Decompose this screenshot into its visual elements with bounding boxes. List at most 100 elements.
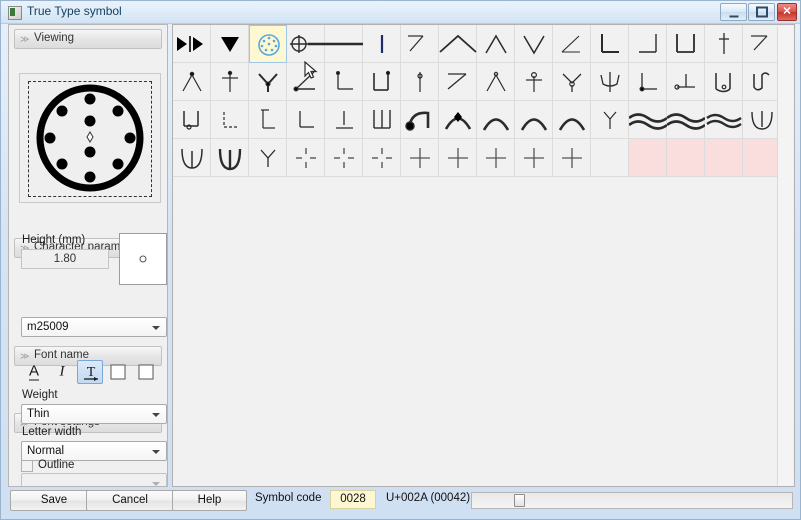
- symbol-cell-cross-plain-2[interactable]: [439, 139, 477, 177]
- symbol-cell-cross-dashed-1[interactable]: [287, 139, 325, 177]
- symbol-cell-reserved-cell-3[interactable]: [705, 139, 743, 177]
- symbol-cell-cross-dashed-2[interactable]: [325, 139, 363, 177]
- symbol-cell-u-psi-2[interactable]: [211, 139, 249, 177]
- save-button[interactable]: Save: [10, 490, 98, 511]
- letter-width-label: Letter width: [22, 426, 82, 438]
- symbol-cell-psi[interactable]: [591, 63, 629, 101]
- underline-style-button[interactable]: A: [21, 360, 47, 384]
- symbol-cell-psi-arc[interactable]: [743, 101, 781, 139]
- cancel-button[interactable]: Cancel: [86, 490, 174, 511]
- help-button[interactable]: Help: [172, 490, 247, 511]
- symbol-cell-arc-dot-left[interactable]: [401, 101, 439, 139]
- symbol-cell-arc-plain-1[interactable]: [477, 101, 515, 139]
- letter-width-dropdown[interactable]: Normal: [21, 441, 167, 461]
- symbol-cell-cross-plain-1[interactable]: [401, 139, 439, 177]
- symbol-cell-t-circle[interactable]: [515, 63, 553, 101]
- symbol-scroll-slider[interactable]: [471, 492, 793, 509]
- symbol-cell-diagonal-flag[interactable]: [743, 25, 781, 63]
- symbol-cell-double-u[interactable]: [363, 101, 401, 139]
- symbol-cell-empty-cell[interactable]: [591, 139, 629, 177]
- font-name-dropdown[interactable]: m25009: [21, 317, 167, 337]
- symbol-cell-corner-bottom-right[interactable]: [629, 25, 667, 63]
- symbol-cell-cross-t[interactable]: [211, 63, 249, 101]
- weight-dropdown[interactable]: Thin: [21, 404, 167, 424]
- chevron-down-icon: [152, 482, 160, 486]
- weight-value: Thin: [27, 408, 50, 420]
- symbol-cell-u-psi-1[interactable]: [173, 139, 211, 177]
- italic-style-button[interactable]: I: [49, 360, 75, 384]
- symbol-cell-reserved-cell-4[interactable]: [743, 139, 781, 177]
- group-header-viewing[interactable]: ≫ Viewing: [14, 29, 162, 49]
- symbol-cell-u-hook[interactable]: [743, 63, 781, 101]
- symbol-cell-u-tick[interactable]: [363, 63, 401, 101]
- height-input[interactable]: 1.80: [21, 249, 109, 269]
- symbol-cell-cross-plain-5[interactable]: [553, 139, 591, 177]
- symbol-cell-corner-bottom-left[interactable]: [591, 25, 629, 63]
- symbol-cell-caret-down[interactable]: [515, 25, 553, 63]
- client-area: ≫ Viewing ≫ Character parameters Height …: [5, 24, 798, 517]
- symbol-cell-y-small[interactable]: [591, 101, 629, 139]
- square-icon: [110, 364, 126, 380]
- symbol-cell-caret-open[interactable]: [477, 63, 515, 101]
- symbol-cell-arc-plain-3[interactable]: [553, 101, 591, 139]
- outline-checkbox[interactable]: [21, 460, 33, 472]
- symbol-cell-corner-l[interactable]: [325, 63, 363, 101]
- symbol-cell-y-plain[interactable]: [249, 139, 287, 177]
- symbol-cell-u-bracket-dot[interactable]: [173, 101, 211, 139]
- box-style-button-1[interactable]: [105, 360, 131, 384]
- symbol-cell-l-dot[interactable]: [629, 63, 667, 101]
- symbol-cell-wave-3[interactable]: [705, 101, 743, 139]
- symbol-cell-dotted-corner[interactable]: [211, 101, 249, 139]
- grid-vertical-scrollbar[interactable]: [777, 26, 793, 486]
- mouse-cursor-icon: [304, 61, 318, 79]
- symbol-cell-angle-left[interactable]: [553, 25, 591, 63]
- symbol-cell-cross-plain-4[interactable]: [515, 139, 553, 177]
- text-arrow-style-button[interactable]: T: [77, 360, 103, 384]
- symbol-cell-wave-1[interactable]: [629, 101, 667, 139]
- character-preview: [119, 233, 167, 285]
- symbol-cell-triangle-down[interactable]: [211, 25, 249, 63]
- box-style-button-2[interactable]: [133, 360, 159, 384]
- text-arrow-icon: T: [84, 365, 98, 381]
- symbol-grid-row: [173, 101, 781, 139]
- symbol-cell-left-right-triangles[interactable]: [173, 25, 211, 63]
- symbol-cell-cross-dashed-3[interactable]: [363, 139, 401, 177]
- slider-thumb[interactable]: [514, 494, 525, 507]
- maximize-button[interactable]: [748, 3, 775, 21]
- symbol-cell-chevron-up-wide[interactable]: [439, 25, 477, 63]
- symbol-cell-corner-underline[interactable]: [325, 101, 363, 139]
- symbol-cell-crossed-circle-line[interactable]: [287, 25, 325, 63]
- symbol-cell-arc-plain-2[interactable]: [515, 101, 553, 139]
- symbol-cell-corner-tall[interactable]: [249, 101, 287, 139]
- symbol-cell-vline-dot[interactable]: [401, 63, 439, 101]
- symbol-cell-u-bracket[interactable]: [667, 25, 705, 63]
- outline-style-dropdown[interactable]: [21, 473, 167, 486]
- symbol-cell-arc-dot-center[interactable]: [439, 101, 477, 139]
- symbol-code-label: Symbol code: [255, 492, 322, 504]
- symbol-cell-caret-up[interactable]: [477, 25, 515, 63]
- symbol-cell-vertical-bar[interactable]: [363, 25, 401, 63]
- minimize-button[interactable]: [720, 3, 747, 21]
- close-button[interactable]: ✕: [777, 3, 797, 21]
- symbol-cell-corner-diagonal[interactable]: [401, 25, 439, 63]
- symbol-cell-l-flat-dot[interactable]: [667, 63, 705, 101]
- symbol-cell-reserved-cell-2[interactable]: [667, 139, 705, 177]
- symbol-cell-caret-a[interactable]: [173, 63, 211, 101]
- symbol-cell-cross-plain-3[interactable]: [477, 139, 515, 177]
- symbol-cell-wave-2[interactable]: [667, 101, 705, 139]
- symbol-code-input[interactable]: 0028: [330, 490, 376, 509]
- symbol-cell-horizontal-line[interactable]: [325, 25, 363, 63]
- symbol-cell-reserved-cell-1[interactable]: [629, 139, 667, 177]
- symbol-cell-diag-back[interactable]: [439, 63, 477, 101]
- symbol-cell-y-circle[interactable]: [553, 63, 591, 101]
- symbol-cell-y-bold[interactable]: [249, 63, 287, 101]
- symbol-grid-row: [173, 139, 781, 177]
- symbol-preview-box[interactable]: [19, 73, 161, 203]
- symbol-cell-dotted-circle[interactable]: [249, 25, 287, 63]
- symbol-cell-u-dot[interactable]: [705, 63, 743, 101]
- chevron-down-icon: [152, 326, 160, 330]
- symbol-cell-vertical-tick[interactable]: [705, 25, 743, 63]
- symbol-cell-corner-plain[interactable]: [287, 101, 325, 139]
- symbol-grid[interactable]: [173, 25, 781, 177]
- outline-label: Outline: [38, 459, 75, 471]
